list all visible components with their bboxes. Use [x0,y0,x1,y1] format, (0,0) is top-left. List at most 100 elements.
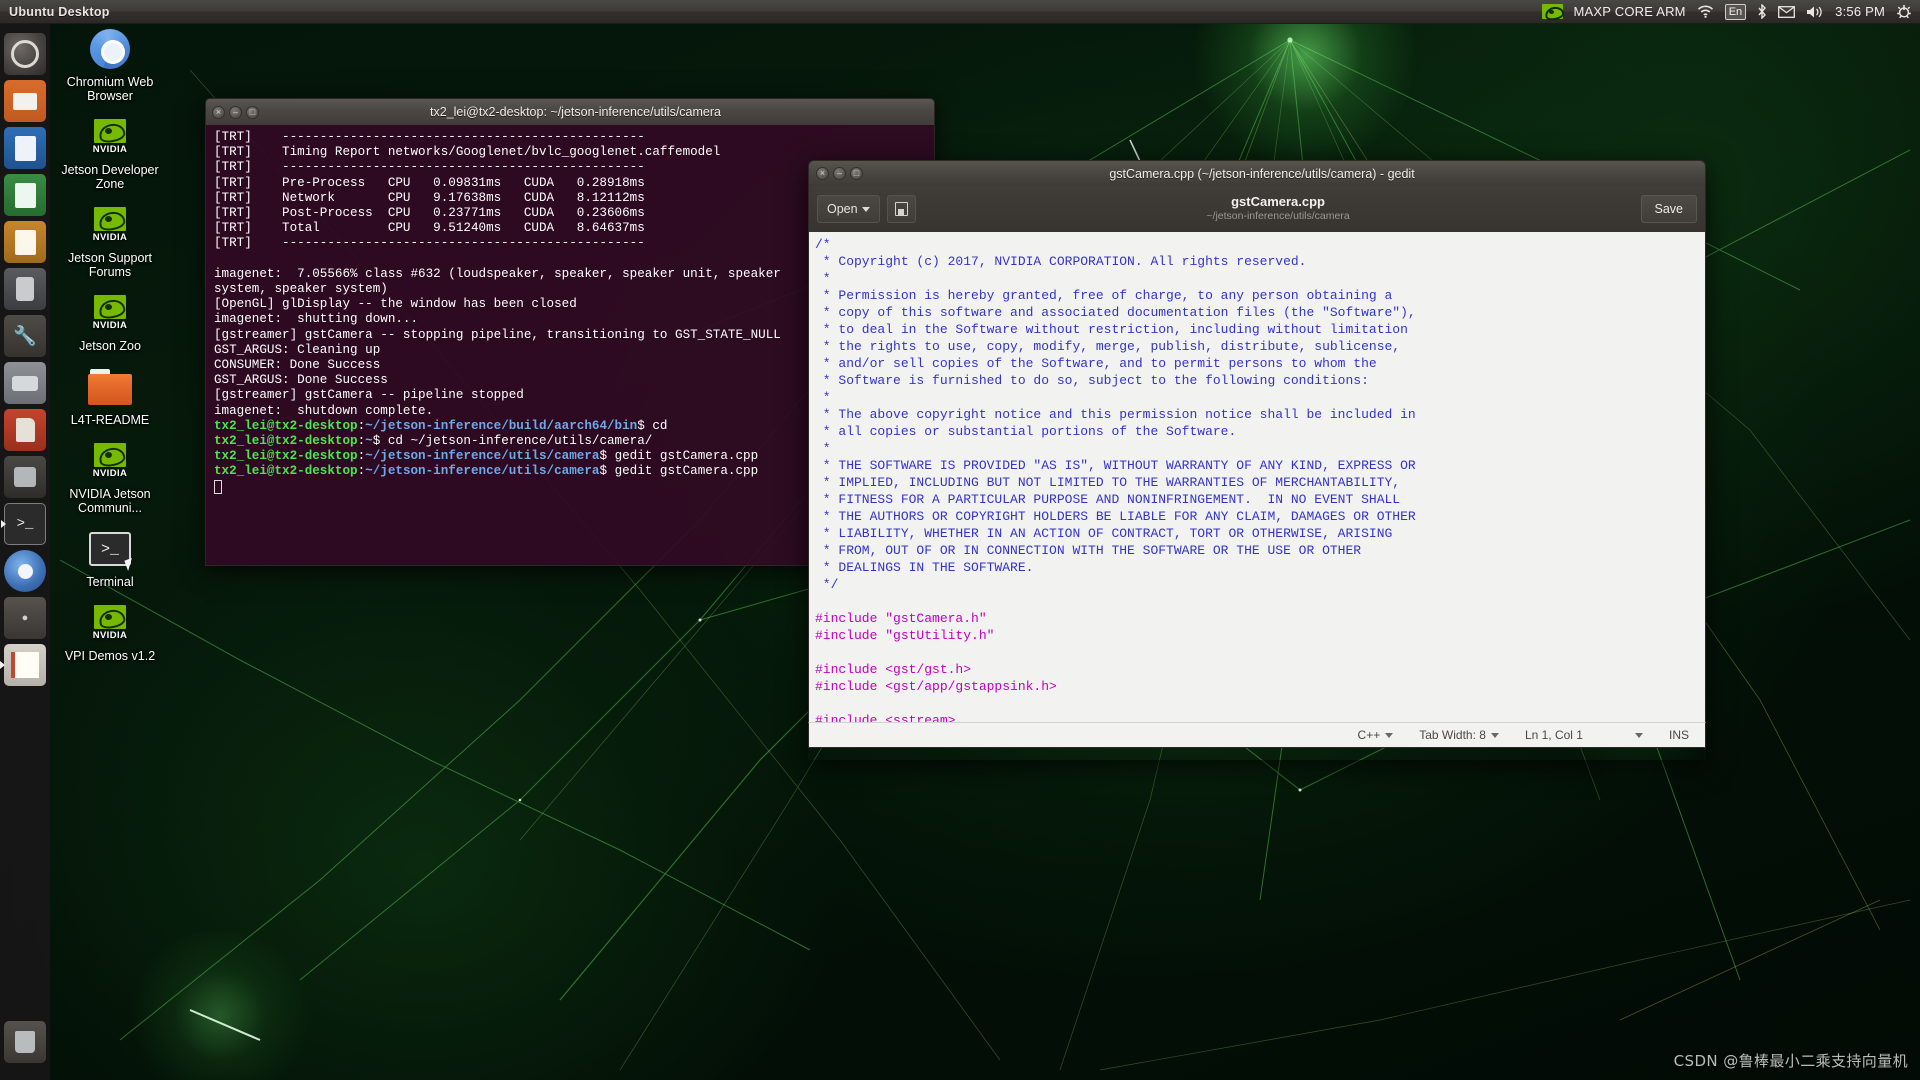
code-line: * IMPLIED, INCLUDING BUT NOT LIMITED TO … [815,474,1705,491]
chevron-down-icon [1635,733,1643,738]
code-line: * FITNESS FOR A PARTICULAR PURPOSE AND N… [815,491,1705,508]
desktop-screen: Ubuntu Desktop MAXP CORE ARM En [0,0,1920,1080]
minimize-icon[interactable]: – [833,167,846,180]
bluetooth-icon[interactable] [1757,4,1767,19]
cursor-position[interactable]: Ln 1, Col 1 [1525,728,1643,742]
folder-icon [52,364,168,410]
window-controls: × – □ [212,106,259,119]
terminal-prompt-path: ~/jetson-inference/utils/camera [365,449,599,463]
terminal-titlebar[interactable]: × – □ tx2_lei@tx2-desktop: ~/jetson-infe… [205,98,935,125]
desktop-icon-l4t-readme[interactable]: L4T-README [52,364,168,427]
gedit-document-info: gstCamera.cpp ~/jetson-inference/utils/c… [916,195,1641,223]
language-selector[interactable]: C++ [1358,728,1394,742]
save-icon [895,202,908,216]
terminal-prompt-path: ~/jetson-inference/build/aarch64/bin [365,419,637,433]
volume-icon[interactable] [1806,5,1824,19]
minimize-icon[interactable]: – [229,106,242,119]
launcher-item-sd-card[interactable] [4,409,46,451]
maximize-icon[interactable]: □ [246,106,259,119]
nvidia-logo-icon[interactable] [1542,4,1563,19]
clock[interactable]: 3:56 PM [1835,4,1885,19]
code-line: #include <gst/app/gstappsink.h> [815,678,1705,695]
launcher-item-libreoffice-writer[interactable] [4,127,46,169]
launcher-item-files[interactable] [4,80,46,122]
desktop-icon-jetson-zoo[interactable]: NVIDIA Jetson Zoo [52,290,168,353]
gedit-titlebar[interactable]: × – □ gstCamera.cpp (~/jetson-inference/… [808,160,1706,186]
desktop-icons: Chromium Web Browser NVIDIA Jetson Devel… [52,26,168,674]
nvidia-core-label[interactable]: MAXP CORE ARM [1574,4,1686,19]
code-editor[interactable]: /* * Copyright (c) 2017, NVIDIA CORPORAT… [808,232,1706,722]
cursor-position-label: Ln 1, Col 1 [1525,728,1583,742]
launcher-item-network[interactable] [4,597,46,639]
save-button[interactable]: Save [1641,195,1698,223]
code-line [815,593,1705,610]
panel-title: Ubuntu Desktop [9,5,110,19]
panel-indicators: MAXP CORE ARM En [1542,4,1920,20]
save-toolbar-button[interactable] [887,195,916,223]
top-panel: Ubuntu Desktop MAXP CORE ARM En [0,0,1920,24]
code-line: * the rights to use, copy, modify, merge… [815,338,1705,355]
code-line: * THE AUTHORS OR COPYRIGHT HOLDERS BE LI… [815,508,1705,525]
running-indicator [1,520,6,528]
launcher-item-terminal[interactable]: >_ [4,503,46,545]
code-line: * [815,440,1705,457]
terminal-command: $ gedit gstCamera.cpp [599,464,758,478]
gedit-window[interactable]: × – □ gstCamera.cpp (~/jetson-inference/… [808,160,1706,760]
close-icon[interactable]: × [212,106,225,119]
keyboard-indicator[interactable]: En [1725,4,1746,20]
terminal-prompt-user: tx2_lei@tx2-desktop [214,419,358,433]
terminal-line: [TRT] Timing Report networks/Googlenet/b… [214,145,934,160]
chevron-down-icon [862,207,870,212]
watermark: CSDN @鲁棒最小二乘支持向量机 [1674,1050,1908,1071]
launcher-item-disk[interactable] [4,362,46,404]
desktop-icon-label: Jetson Zoo [52,339,168,353]
desktop-icon-terminal[interactable]: >_ Terminal [52,526,168,589]
terminal-command: $ gedit gstCamera.cpp [599,449,758,463]
launcher-item-trash[interactable] [4,1021,46,1063]
code-line: * all copies or substantial portions of … [815,423,1705,440]
nvidia-wordmark: NVIDIA [87,630,133,641]
launcher-item-libreoffice-calc[interactable] [4,174,46,216]
launcher-item-text-editor[interactable] [4,644,46,686]
nvidia-wordmark: NVIDIA [87,320,133,331]
gedit-window-title: gstCamera.cpp (~/jetson-inference/utils/… [863,167,1661,181]
launcher-item-system-settings[interactable] [4,315,46,357]
desktop-icon-label: Jetson Developer Zone [52,163,168,191]
code-line: * and/or sell copies of the Software, an… [815,355,1705,372]
desktop-icon-vpi-demos[interactable]: NVIDIA VPI Demos v1.2 [52,600,168,663]
desktop-icon-label: Jetson Support Forums [52,251,168,279]
close-icon[interactable]: × [816,167,829,180]
document-name: gstCamera.cpp [916,195,1641,209]
desktop-icon-nvidia-jetson-community[interactable]: NVIDIA NVIDIA Jetson Communi... [52,438,168,515]
terminal-prompt-user: tx2_lei@tx2-desktop [214,434,358,448]
launcher-item-ubuntu-software[interactable] [4,268,46,310]
launcher-item-amazon[interactable] [4,456,46,498]
desktop-icon-jetson-support-forums[interactable]: NVIDIA Jetson Support Forums [52,202,168,279]
desktop-icon-label: NVIDIA Jetson Communi... [52,487,168,515]
terminal-prompt-user: tx2_lei@tx2-desktop [214,464,358,478]
insert-mode-label: INS [1669,728,1689,742]
power-gear-icon[interactable] [1896,4,1912,20]
launcher-item-libreoffice-impress[interactable] [4,221,46,263]
desktop-icon-chromium[interactable]: Chromium Web Browser [52,26,168,103]
launcher-item-ubuntu-dash[interactable] [4,33,46,75]
launcher-item-chromium[interactable] [4,550,46,592]
code-line: * [815,389,1705,406]
language-label: C++ [1358,728,1381,742]
code-line: * The above copyright notice and this pe… [815,406,1705,423]
code-line: * Software is furnished to do so, subjec… [815,372,1705,389]
terminal-command: $ cd ~/jetson-inference/utils/camera/ [373,434,653,448]
desktop-icon-jetson-developer-zone[interactable]: NVIDIA Jetson Developer Zone [52,114,168,191]
terminal-prompt-user: tx2_lei@tx2-desktop [214,449,358,463]
chevron-down-icon [1491,733,1499,738]
open-button[interactable]: Open [817,195,880,223]
wifi-icon[interactable] [1697,5,1714,18]
code-line: #include <sstream> [815,712,1705,722]
nvidia-wordmark: NVIDIA [87,468,133,479]
terminal-title: tx2_lei@tx2-desktop: ~/jetson-inference/… [259,105,892,119]
mail-icon[interactable] [1778,6,1795,18]
maximize-icon[interactable]: □ [850,167,863,180]
code-line: * [815,270,1705,287]
code-line [815,695,1705,712]
tab-width-selector[interactable]: Tab Width: 8 [1419,728,1499,742]
